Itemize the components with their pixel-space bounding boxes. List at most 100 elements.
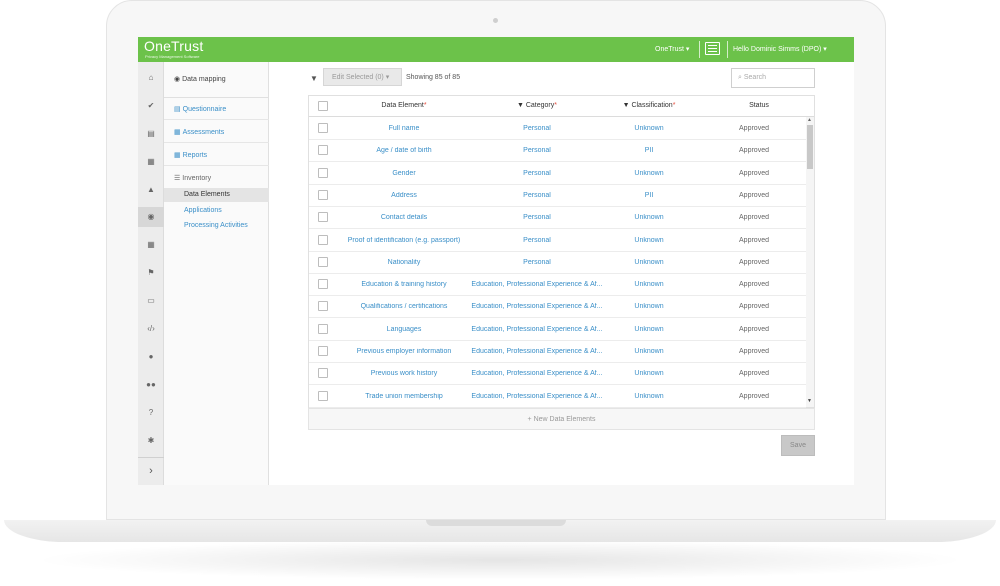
cell-category[interactable]: Personal: [467, 192, 607, 199]
onetrust-menu[interactable]: OneTrust ▾: [655, 45, 689, 53]
scroll-thumb[interactable]: [807, 125, 813, 169]
cell-data-element[interactable]: Previous work history: [339, 370, 469, 377]
cell-classification[interactable]: Unknown: [609, 393, 689, 400]
calendar-icon[interactable]: [705, 42, 720, 55]
cell-classification[interactable]: PII: [609, 147, 689, 154]
cell-classification[interactable]: Unknown: [609, 326, 689, 333]
cell-category[interactable]: Personal: [467, 125, 607, 132]
brand-logo[interactable]: OneTrust: [144, 38, 203, 54]
search-input[interactable]: ⌕ Search: [731, 68, 815, 88]
grid-icon[interactable]: ▦: [138, 152, 164, 172]
cell-data-element[interactable]: Trade union membership: [339, 393, 469, 400]
new-data-elements-button[interactable]: + New Data Elements: [308, 408, 815, 430]
row-checkbox[interactable]: [318, 323, 328, 334]
cell-data-element[interactable]: Proof of identification (e.g. passport): [339, 237, 469, 244]
table-icon[interactable]: ▦: [138, 235, 164, 255]
row-checkbox[interactable]: [318, 189, 328, 200]
row-checkbox[interactable]: [318, 390, 328, 401]
document-icon[interactable]: ▤: [138, 124, 164, 144]
table-row[interactable]: Trade union membership Education, Profess…: [309, 386, 806, 408]
check-icon[interactable]: ✔: [138, 96, 164, 116]
cell-data-element[interactable]: Education & training history: [339, 281, 469, 288]
cell-classification[interactable]: Unknown: [609, 370, 689, 377]
row-checkbox[interactable]: [318, 368, 328, 379]
filter-icon[interactable]: ▼: [310, 74, 318, 83]
scroll-up-icon[interactable]: ▲: [807, 117, 812, 123]
cell-category[interactable]: Education, Professional Experience & Af.…: [467, 348, 607, 355]
flag-icon[interactable]: ⚑: [138, 263, 164, 283]
globe-icon[interactable]: ◉: [138, 207, 164, 227]
user-icon[interactable]: ●: [138, 347, 164, 367]
cell-category[interactable]: Education, Professional Experience & Af.…: [467, 281, 607, 288]
select-all-checkbox[interactable]: [318, 101, 328, 111]
row-checkbox[interactable]: [318, 167, 328, 178]
table-row[interactable]: Age / date of birth Personal PII Approved: [309, 140, 806, 163]
table-row[interactable]: Qualifications / certifications Education…: [309, 296, 806, 319]
column-header-data-element[interactable]: Data Element*: [349, 102, 459, 109]
cell-category[interactable]: Personal: [467, 147, 607, 154]
cell-data-element[interactable]: Gender: [339, 170, 469, 177]
cell-classification[interactable]: Unknown: [609, 125, 689, 132]
cell-category[interactable]: Education, Professional Experience & Af.…: [467, 303, 607, 310]
code-icon[interactable]: ‹/›: [138, 319, 164, 339]
cell-data-element[interactable]: Languages: [339, 326, 469, 333]
cell-category[interactable]: Education, Professional Experience & Af.…: [467, 370, 607, 377]
menu-sub-data-elements[interactable]: Data Elements: [164, 188, 269, 202]
row-checkbox[interactable]: [318, 346, 328, 356]
row-checkbox[interactable]: [318, 301, 328, 312]
row-checkbox[interactable]: [318, 279, 328, 290]
cell-data-element[interactable]: Full name: [339, 125, 469, 132]
users-icon[interactable]: ●●: [138, 375, 164, 395]
expand-sidebar-button[interactable]: ›: [138, 457, 164, 485]
table-row[interactable]: Full name Personal Unknown Approved: [309, 118, 806, 140]
row-checkbox[interactable]: [318, 123, 328, 133]
menu-sub-applications[interactable]: Applications: [164, 204, 269, 218]
table-row[interactable]: Languages Education, Professional Experie…: [309, 319, 806, 341]
cell-classification[interactable]: Unknown: [609, 214, 689, 221]
cell-classification[interactable]: Unknown: [609, 348, 689, 355]
scroll-down-icon[interactable]: ▼: [807, 398, 812, 404]
table-row[interactable]: Address Personal PII Approved: [309, 185, 806, 207]
row-checkbox[interactable]: [318, 212, 328, 223]
filter-icon[interactable]: ▼: [517, 102, 526, 109]
cell-category[interactable]: Personal: [467, 259, 607, 266]
cell-category[interactable]: Personal: [467, 214, 607, 221]
table-row[interactable]: Education & training history Education, P…: [309, 274, 806, 297]
cell-classification[interactable]: Unknown: [609, 237, 689, 244]
cell-classification[interactable]: Unknown: [609, 259, 689, 266]
table-row[interactable]: Previous work history Education, Professi…: [309, 363, 806, 386]
column-header-status[interactable]: Status: [719, 102, 799, 109]
cell-data-element[interactable]: Previous employer information: [339, 348, 469, 355]
save-button[interactable]: Save: [781, 435, 815, 456]
menu-item-inventory[interactable]: ☰ Inventory: [164, 167, 269, 189]
table-row[interactable]: Previous employer information Education, …: [309, 341, 806, 363]
column-header-category[interactable]: ▼ Category*: [467, 102, 607, 109]
help-icon[interactable]: ?: [138, 403, 164, 423]
edit-selected-button[interactable]: Edit Selected (0) ▾: [323, 68, 402, 86]
cell-classification[interactable]: PII: [609, 192, 689, 199]
gear-icon[interactable]: ✱: [138, 431, 164, 451]
table-scrollbar[interactable]: ▲ ▼: [806, 117, 814, 407]
cell-classification[interactable]: Unknown: [609, 170, 689, 177]
table-row[interactable]: Gender Personal Unknown Approved: [309, 163, 806, 185]
menu-item-questionnaire[interactable]: ▤ Questionnaire: [164, 98, 269, 120]
cell-data-element[interactable]: Age / date of birth: [339, 147, 469, 154]
cell-category[interactable]: Education, Professional Experience & Af.…: [467, 393, 607, 400]
table-row[interactable]: Nationality Personal Unknown Approved: [309, 252, 806, 274]
folder-icon[interactable]: ▭: [138, 291, 164, 311]
table-row[interactable]: Proof of identification (e.g. passport) P…: [309, 230, 806, 252]
menu-sub-processing-activities[interactable]: Processing Activities: [164, 219, 269, 233]
cell-classification[interactable]: Unknown: [609, 281, 689, 288]
cell-category[interactable]: Education, Professional Experience & Af.…: [467, 326, 607, 333]
row-checkbox[interactable]: [318, 256, 328, 267]
building-icon[interactable]: ▲: [138, 180, 164, 200]
cell-classification[interactable]: Unknown: [609, 303, 689, 310]
column-header-classification[interactable]: ▼ Classification*: [609, 102, 689, 109]
home-icon[interactable]: ⌂: [138, 68, 164, 88]
cell-data-element[interactable]: Address: [339, 192, 469, 199]
cell-data-element[interactable]: Qualifications / certifications: [339, 303, 469, 310]
user-menu[interactable]: Hello Dominic Simms (DPO) ▾: [733, 45, 827, 53]
row-checkbox[interactable]: [318, 145, 328, 156]
cell-data-element[interactable]: Contact details: [339, 214, 469, 221]
cell-category[interactable]: Personal: [467, 237, 607, 244]
